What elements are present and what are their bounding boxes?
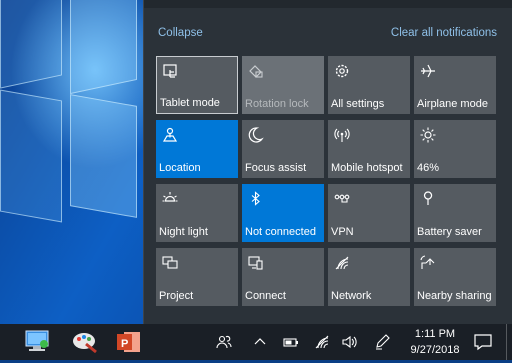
tile-label: Focus assist (245, 162, 307, 174)
battery-saver-icon (419, 190, 437, 208)
clock-date: 9/27/2018 (410, 344, 460, 356)
moon-icon (247, 126, 265, 144)
action-center-notification-icon[interactable] (470, 329, 496, 355)
chevron-up-icon[interactable] (251, 333, 269, 351)
paint-app-icon[interactable] (66, 326, 104, 358)
taskbar-clock[interactable]: 1:11 PM 9/27/2018 (404, 326, 466, 358)
brightness-icon (419, 126, 437, 144)
tile-night-light[interactable]: Night light (156, 184, 238, 242)
network-icon (333, 254, 351, 272)
remote-desktop-app-icon[interactable] (18, 326, 56, 358)
project-icon (161, 254, 179, 272)
wallpaper-pane (0, 89, 62, 223)
tile-connect[interactable]: Connect (242, 248, 324, 306)
tile-vpn[interactable]: VPN (328, 184, 410, 242)
battery-icon[interactable] (282, 333, 300, 351)
tile-label: Project (159, 290, 194, 302)
tile-brightness[interactable]: 46% (414, 120, 496, 178)
tile-label: 46% (417, 162, 440, 174)
collapse-link[interactable]: Collapse (158, 27, 203, 39)
tile-label: Night light (159, 226, 208, 238)
tile-label: Battery saver (417, 226, 482, 238)
wallpaper-pane (0, 0, 62, 89)
show-desktop-button[interactable] (506, 324, 512, 360)
tile-nearby-sharing[interactable]: Nearby sharing (414, 248, 496, 306)
tile-label: Tablet mode (160, 97, 220, 109)
tile-label: Location (159, 162, 201, 174)
tablet-mode-icon (162, 63, 180, 81)
gear-icon (333, 62, 351, 80)
tile-label: Nearby sharing (417, 290, 492, 302)
tile-battery-saver[interactable]: Battery saver (414, 184, 496, 242)
rotation-lock-icon (247, 62, 265, 80)
wallpaper-pane (70, 94, 137, 218)
tile-label: Airplane mode (417, 98, 488, 110)
tile-label: Mobile hotspot (331, 162, 403, 174)
tile-label: Connect (245, 290, 286, 302)
clear-all-notifications-link[interactable]: Clear all notifications (391, 27, 497, 39)
night-light-icon (161, 190, 179, 208)
hotspot-icon (333, 126, 351, 144)
tile-label: Network (331, 290, 372, 302)
tile-label: VPN (331, 226, 354, 238)
tile-location[interactable]: Location (156, 120, 238, 178)
tile-focus-assist[interactable]: Focus assist (242, 120, 324, 178)
action-center-top-strip (144, 0, 512, 8)
tile-label: All settings (331, 98, 385, 110)
location-icon (161, 126, 179, 144)
svg-text:P: P (121, 338, 128, 350)
tile-label: Not connected (245, 226, 316, 238)
connect-icon (247, 254, 265, 272)
tile-project[interactable]: Project (156, 248, 238, 306)
bluetooth-icon (247, 190, 265, 208)
taskbar: P 1:11 PM 9/27/2018 (0, 324, 512, 360)
tile-all-settings[interactable]: All settings (328, 56, 410, 114)
tile-network[interactable]: Network (328, 248, 410, 306)
tile-label: Rotation lock (245, 98, 309, 110)
clock-time: 1:11 PM (414, 328, 456, 340)
tile-airplane-mode[interactable]: Airplane mode (414, 56, 496, 114)
airplane-icon (419, 62, 437, 80)
wallpaper-pane (70, 0, 137, 95)
action-center-header: Collapse Clear all notifications (158, 27, 497, 43)
action-center-panel: Collapse Clear all notifications Tablet … (143, 0, 512, 324)
pen-icon[interactable] (373, 333, 391, 351)
volume-icon[interactable] (341, 333, 359, 351)
tile-tablet-mode[interactable]: Tablet mode (156, 56, 238, 114)
vpn-icon (333, 190, 351, 208)
people-icon[interactable] (215, 333, 233, 351)
powerpoint-app-icon[interactable]: P (110, 326, 148, 358)
tile-rotation-lock[interactable]: Rotation lock (242, 56, 324, 114)
wifi-icon[interactable] (313, 333, 331, 351)
nearby-sharing-icon (419, 254, 437, 272)
tile-bluetooth[interactable]: Not connected (242, 184, 324, 242)
tile-mobile-hotspot[interactable]: Mobile hotspot (328, 120, 410, 178)
